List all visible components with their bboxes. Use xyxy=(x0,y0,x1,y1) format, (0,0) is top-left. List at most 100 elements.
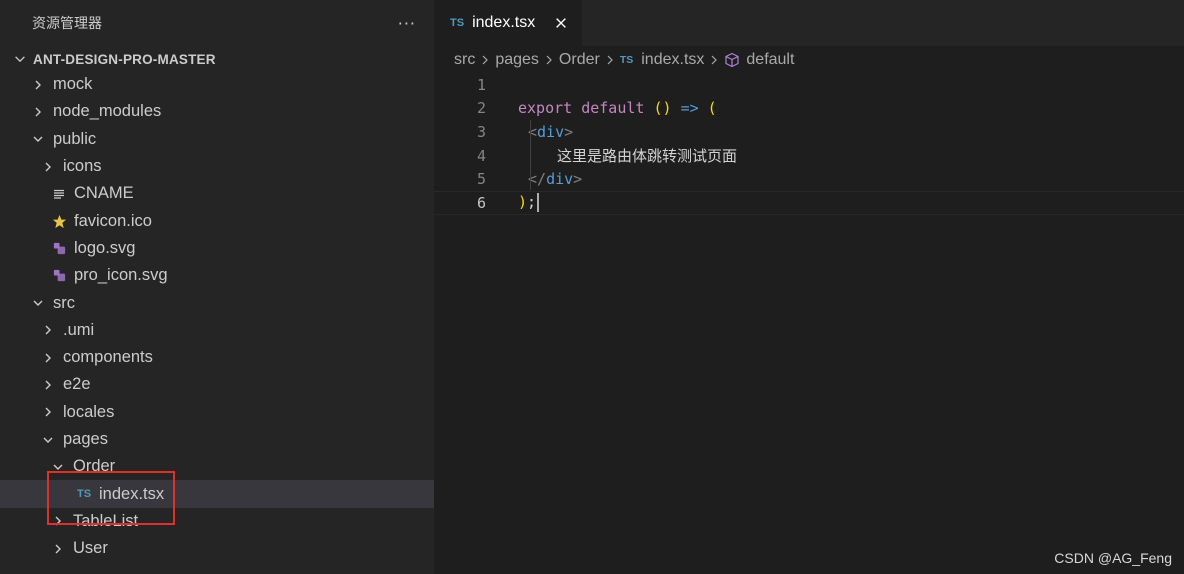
workspace-section-header[interactable]: ANT-DESIGN-PRO-MASTER xyxy=(0,47,434,71)
keyword-export: export xyxy=(518,99,573,118)
tree-item[interactable]: Order xyxy=(0,453,434,480)
tree-item[interactable]: User xyxy=(0,535,434,562)
tree-item[interactable]: src xyxy=(0,289,434,316)
breadcrumb-file[interactable]: index.tsx xyxy=(641,51,704,69)
tag-bracket: > xyxy=(564,122,574,141)
breadcrumb-pages[interactable]: pages xyxy=(495,51,539,69)
chevron-down-icon xyxy=(53,464,63,470)
tree-item[interactable]: CNAME xyxy=(0,180,434,207)
code-content: ); xyxy=(518,193,540,213)
explorer-title: 资源管理器 xyxy=(32,16,102,32)
tree-item[interactable]: pro_icon.svg xyxy=(0,262,434,289)
tree-item[interactable]: icons xyxy=(0,153,434,180)
line-number: 1 xyxy=(476,75,486,94)
watermark: CSDN @AG_Feng xyxy=(1054,550,1172,566)
chevron-down-icon xyxy=(15,56,25,63)
tree-item[interactable]: public xyxy=(0,126,434,153)
tree-item-label: node_modules xyxy=(53,102,162,121)
breadcrumb-src[interactable]: src xyxy=(454,51,475,69)
tree-item[interactable]: logo.svg xyxy=(0,235,434,262)
code-content: export default () => ( xyxy=(518,99,717,117)
chevron-right-icon xyxy=(45,407,51,417)
svg-file-icon xyxy=(51,240,67,256)
code-line[interactable]: 2 export default () => ( xyxy=(434,97,1184,121)
tree-item-label: src xyxy=(53,293,75,312)
chevron-right-icon xyxy=(711,55,718,65)
text-file-icon xyxy=(51,186,67,202)
workspace-title: ANT-DESIGN-PRO-MASTER xyxy=(33,51,216,67)
breadcrumb-order[interactable]: Order xyxy=(559,51,600,69)
code-line[interactable]: 3 <div> xyxy=(434,120,1184,144)
chevron-right-icon xyxy=(55,544,61,554)
tree-item[interactable]: components xyxy=(0,344,434,371)
chevron-right-icon xyxy=(35,80,41,90)
code-line[interactable]: 1 xyxy=(434,73,1184,97)
tree-item[interactable]: pages xyxy=(0,426,434,453)
code-line[interactable]: 5 </div> xyxy=(434,167,1184,191)
code-line[interactable]: 4 这里是路由体跳转测试页面 xyxy=(434,144,1184,168)
chevron-down-icon xyxy=(43,437,53,443)
tree-item-label: favicon.ico xyxy=(74,211,152,230)
line-number: 5 xyxy=(476,170,486,189)
code-content: </div> xyxy=(528,170,582,188)
open-paren: ( xyxy=(707,99,717,118)
jsx-text: 这里是路由体跳转测试页面 xyxy=(557,147,738,166)
chevron-down-icon xyxy=(33,300,43,307)
chevron-right-icon xyxy=(482,55,489,65)
tree-item-label: logo.svg xyxy=(74,238,136,257)
typescript-icon: TS xyxy=(450,17,465,29)
chevron-right-icon xyxy=(45,162,51,172)
params: () xyxy=(653,99,672,118)
chevron-right-icon xyxy=(45,353,51,363)
semicolon: ; xyxy=(527,193,537,212)
tree-item-label: TableList xyxy=(73,511,139,530)
more-actions-icon[interactable]: ··· xyxy=(398,14,416,33)
chevron-right-icon xyxy=(607,55,613,65)
tree-item[interactable]: .umi xyxy=(0,317,434,344)
chevron-right-icon xyxy=(45,325,51,335)
typescript-icon: TS xyxy=(76,488,92,501)
tree-item[interactable]: e2e xyxy=(0,371,434,398)
tree-item-label: components xyxy=(63,348,153,367)
arrow-token: => xyxy=(680,99,699,118)
chevron-right-icon xyxy=(55,516,61,526)
tree-item-label: pro_icon.svg xyxy=(74,266,168,285)
explorer-sidebar: 资源管理器 ··· TSroutes.tsmocknode_modulespub… xyxy=(0,0,434,574)
tree-item-label: User xyxy=(73,539,108,558)
tree-item-label: .umi xyxy=(63,320,95,339)
tree-item-label: Order xyxy=(73,457,116,476)
svg-file-icon xyxy=(51,268,67,284)
tree-item-label: mock xyxy=(53,75,93,94)
line-number: 3 xyxy=(476,122,486,141)
tree-item[interactable]: TableList xyxy=(0,508,434,535)
tree-item-label: index.tsx xyxy=(99,484,165,503)
symbol-cube-icon xyxy=(725,52,739,68)
tree-item[interactable]: locales xyxy=(0,399,434,426)
chevron-right-icon xyxy=(546,55,552,65)
line-number: 4 xyxy=(476,146,486,165)
tree-item-label: CNAME xyxy=(74,184,134,203)
explorer-header: 资源管理器 ··· xyxy=(0,0,434,46)
tree-item-label: pages xyxy=(63,430,108,448)
line-number: 6 xyxy=(476,193,486,212)
tree-item[interactable]: mock xyxy=(0,71,434,98)
tag-name: div xyxy=(546,170,574,189)
code-editor[interactable]: 1 2 export default () => ( 3 <div> 4 这里是… xyxy=(434,73,1184,215)
breadcrumb-symbol[interactable]: default xyxy=(746,51,794,69)
tree-item-label: locales xyxy=(63,402,115,421)
star-icon xyxy=(51,213,67,229)
chevron-right-icon xyxy=(35,107,41,117)
code-content: <div> xyxy=(528,123,573,141)
tree-item[interactable]: node_modules xyxy=(0,98,434,125)
breadcrumb: src pages Order TS index.tsx default xyxy=(434,46,1184,74)
tab-index-tsx[interactable]: TS index.tsx xyxy=(434,0,582,46)
code-line-current[interactable]: 6 ); xyxy=(434,190,1184,215)
tree-item-label: icons xyxy=(63,157,102,176)
close-icon[interactable] xyxy=(554,16,568,30)
tree-item[interactable]: TS index.tsx xyxy=(0,480,434,508)
text-cursor xyxy=(537,193,540,213)
tab-label: index.tsx xyxy=(472,14,536,31)
indent-guide xyxy=(530,120,531,190)
chevron-down-icon xyxy=(33,136,43,143)
tree-item[interactable]: favicon.ico xyxy=(0,207,434,234)
